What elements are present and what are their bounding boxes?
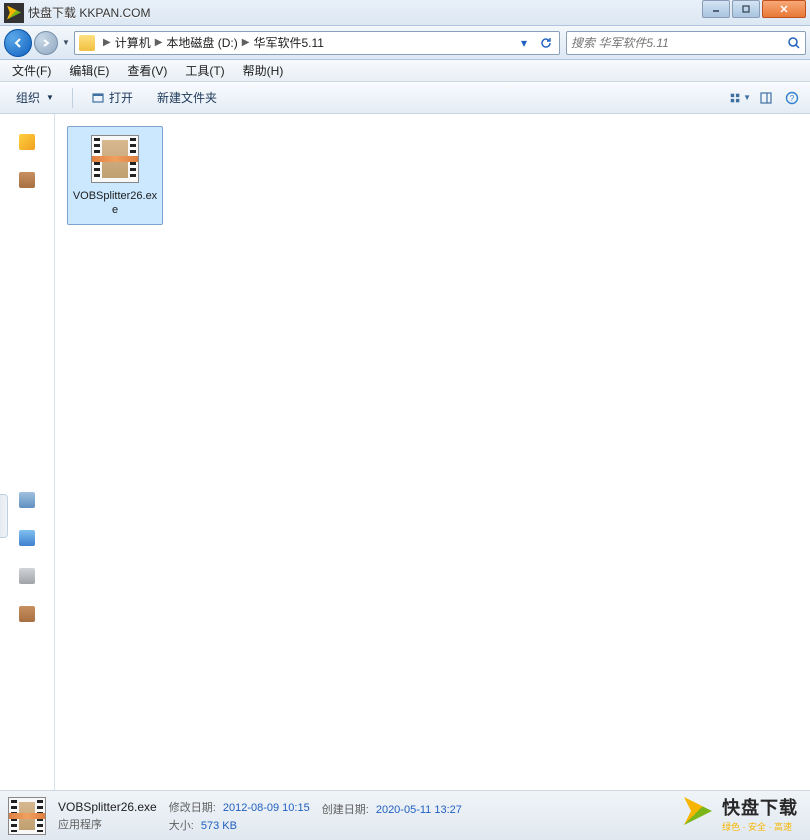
search-box[interactable]: [566, 31, 806, 55]
menu-help[interactable]: 帮助(H): [235, 60, 292, 81]
window-titlebar: 快盘下载 KKPAN.COM: [0, 0, 810, 26]
homegroup-icon[interactable]: [19, 492, 35, 508]
organize-button[interactable]: 组织 ▼: [6, 85, 64, 110]
chevron-right-icon[interactable]: ▶: [155, 37, 163, 48]
close-button[interactable]: [762, 0, 806, 18]
organize-label: 组织: [16, 89, 40, 106]
drive-icon[interactable]: [19, 606, 35, 622]
minimize-button[interactable]: [702, 0, 730, 18]
chevron-right-icon[interactable]: ▶: [103, 37, 111, 48]
chevron-down-icon: ▼: [743, 93, 751, 102]
separator: [72, 88, 73, 108]
search-input[interactable]: [571, 36, 787, 50]
open-icon: [91, 91, 105, 105]
file-list-area[interactable]: VOBSplitter26.exe: [55, 114, 810, 790]
libraries-icon[interactable]: [19, 172, 35, 188]
created-date-value: 2020-05-11 13:27: [376, 804, 462, 816]
breadcrumb-drive[interactable]: 本地磁盘 (D:): [166, 34, 237, 51]
watermark-logo-icon: [684, 797, 716, 829]
file-type-icon: [91, 135, 139, 183]
menu-view[interactable]: 查看(V): [119, 60, 175, 81]
navigation-sidebar: [0, 114, 55, 790]
sidebar-collapse-grip[interactable]: [0, 494, 8, 538]
open-button[interactable]: 打开: [81, 85, 143, 110]
search-icon[interactable]: [787, 36, 801, 50]
maximize-button[interactable]: [732, 0, 760, 18]
computer-icon[interactable]: [19, 530, 35, 546]
breadcrumb[interactable]: ▶ 计算机 ▶ 本地磁盘 (D:) ▶ 华军软件5.11 ▾: [74, 31, 560, 55]
preview-pane-button[interactable]: [754, 87, 778, 109]
back-button[interactable]: [4, 29, 32, 57]
favorites-icon[interactable]: [19, 134, 35, 150]
breadcrumb-dropdown-icon[interactable]: ▾: [515, 34, 533, 52]
help-button[interactable]: ?: [780, 87, 804, 109]
watermark-title: 快盘下载: [722, 794, 798, 820]
svg-text:?: ?: [790, 94, 795, 103]
menu-edit[interactable]: 编辑(E): [61, 60, 117, 81]
new-folder-button[interactable]: 新建文件夹: [147, 85, 227, 110]
watermark-subtitle: 绿色 · 安全 · 高速: [722, 820, 798, 833]
created-date-label: 创建日期:: [322, 804, 369, 816]
folder-icon: [79, 35, 95, 51]
forward-button[interactable]: [34, 31, 58, 55]
app-logo-icon: [4, 3, 24, 23]
details-filename: VOBSplitter26.exe: [58, 800, 157, 814]
details-filetype: 应用程序: [58, 816, 157, 832]
file-item[interactable]: VOBSplitter26.exe: [67, 126, 163, 225]
breadcrumb-computer[interactable]: 计算机: [115, 34, 151, 51]
size-label: 大小:: [169, 820, 194, 832]
modified-date-value: 2012-08-09 10:15: [223, 802, 310, 814]
chevron-down-icon: ▼: [46, 93, 54, 102]
toolbar: 组织 ▼ 打开 新建文件夹 ▼ ?: [0, 82, 810, 114]
watermark-footer: 快盘下载 绿色 · 安全 · 高速: [672, 788, 810, 838]
modified-date-label: 修改日期:: [169, 802, 216, 814]
drive-icon[interactable]: [19, 568, 35, 584]
breadcrumb-folder[interactable]: 华军软件5.11: [253, 34, 323, 51]
details-file-icon: [8, 797, 46, 835]
navigation-bar: ▼ ▶ 计算机 ▶ 本地磁盘 (D:) ▶ 华军软件5.11 ▾: [0, 26, 810, 60]
menu-tools[interactable]: 工具(T): [177, 60, 232, 81]
history-dropdown-icon[interactable]: ▼: [60, 31, 72, 55]
main-area: VOBSplitter26.exe: [0, 114, 810, 790]
window-title: 快盘下载 KKPAN.COM: [28, 4, 150, 21]
details-pane: VOBSplitter26.exe 应用程序 修改日期: 2012-08-09 …: [0, 790, 810, 840]
view-options-button[interactable]: ▼: [728, 87, 752, 109]
new-folder-label: 新建文件夹: [157, 89, 217, 106]
menu-file[interactable]: 文件(F): [4, 60, 59, 81]
size-value: 573 KB: [201, 820, 237, 832]
open-label: 打开: [109, 89, 133, 106]
menu-bar: 文件(F) 编辑(E) 查看(V) 工具(T) 帮助(H): [0, 60, 810, 82]
refresh-button[interactable]: [537, 34, 555, 52]
chevron-right-icon[interactable]: ▶: [242, 37, 250, 48]
file-name-label: VOBSplitter26.exe: [72, 189, 158, 218]
